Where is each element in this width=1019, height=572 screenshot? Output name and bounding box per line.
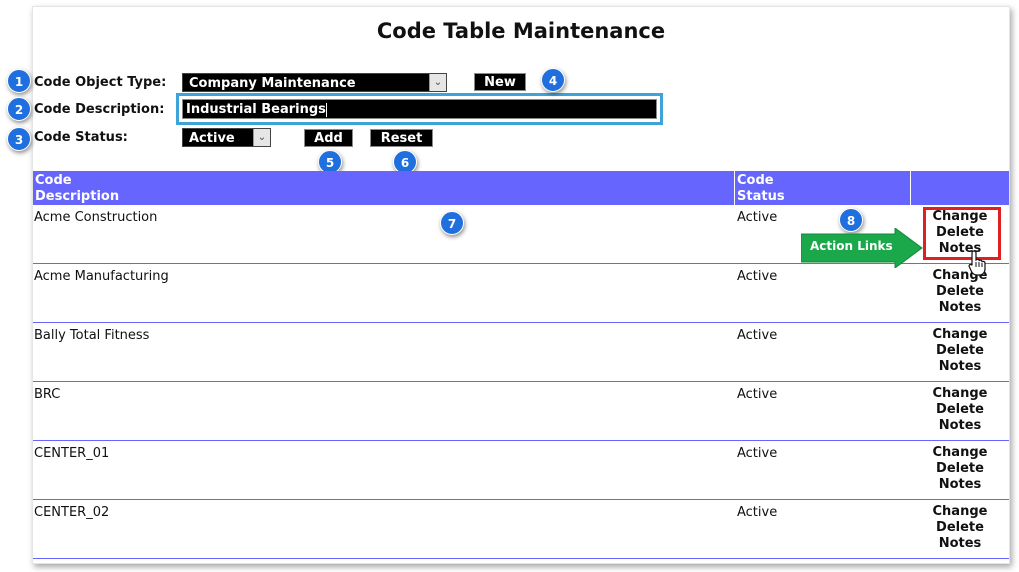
header-divider [734, 171, 735, 205]
text-caret [325, 102, 327, 117]
delete-link[interactable]: Delete [911, 343, 1009, 359]
add-button[interactable]: Add [304, 129, 353, 147]
row-actions: Change Delete Notes [911, 386, 1009, 434]
delete-link[interactable]: Delete [911, 402, 1009, 418]
code-object-type-value: Company Maintenance [189, 76, 356, 91]
code-status-label: Code Status: [34, 130, 128, 145]
row-actions: Change Delete Notes [911, 327, 1009, 375]
code-object-type-select[interactable]: Company Maintenance ⌄ [182, 73, 447, 92]
row-description: BRC [34, 387, 61, 402]
chevron-down-icon: ⌄ [253, 129, 270, 146]
reset-button[interactable]: Reset [370, 129, 433, 147]
code-description-value: Industrial Bearings [186, 102, 326, 117]
code-status-value: Active [189, 131, 235, 146]
change-link[interactable]: Change [911, 445, 1009, 461]
new-button[interactable]: New [474, 73, 526, 91]
header-code-status: Code Status [737, 173, 785, 205]
change-link[interactable]: Change [911, 386, 1009, 402]
header-status-line1: Code [737, 173, 774, 188]
code-status-select[interactable]: Active ⌄ [182, 128, 271, 147]
page-title: Code Table Maintenance [376, 19, 666, 43]
row-status: Active [737, 446, 778, 461]
notes-link[interactable]: Notes [911, 359, 1009, 375]
row-description: Bally Total Fitness [34, 328, 150, 343]
header-divider [910, 171, 911, 205]
action-links-highlight [923, 207, 1001, 260]
action-links-arrow: Action Links [800, 227, 923, 272]
delete-link[interactable]: Delete [911, 284, 1009, 300]
row-status: Active [737, 210, 778, 225]
notes-link[interactable]: Notes [911, 300, 1009, 316]
action-links-label: Action Links [810, 239, 893, 253]
callout-badge-3: 3 [7, 127, 31, 151]
row-status: Active [737, 387, 778, 402]
row-actions: Change Delete Notes [911, 504, 1009, 552]
code-description-label: Code Description: [34, 102, 165, 117]
header-code-description: Code Description [35, 173, 119, 205]
table-row: BRC Active Change Delete Notes [33, 382, 1009, 441]
row-actions: Change Delete Notes [911, 268, 1009, 316]
table-row: Acme Manufacturing Active Change Delete … [33, 264, 1009, 323]
change-link[interactable]: Change [911, 504, 1009, 520]
row-description: Acme Construction [34, 210, 158, 225]
header-status-line2: Status [737, 189, 785, 204]
callout-badge-2: 2 [7, 97, 31, 121]
row-description: CENTER_01 [34, 446, 110, 461]
row-description: Acme Manufacturing [34, 269, 169, 284]
callout-badge-1: 1 [7, 69, 31, 93]
header-desc-line2: Description [35, 189, 120, 204]
table-row: Bally Total Fitness Active Change Delete… [33, 323, 1009, 382]
row-status: Active [737, 328, 778, 343]
row-actions: Change Delete Notes [911, 445, 1009, 493]
row-description: CENTER_02 [34, 505, 110, 520]
row-status: Active [737, 269, 778, 284]
chevron-down-icon: ⌄ [429, 74, 446, 91]
hand-pointer-icon [968, 250, 988, 280]
change-link[interactable]: Change [911, 268, 1009, 284]
table-header: Code Description Code Status [33, 171, 1009, 205]
callout-badge-4: 4 [541, 68, 565, 92]
code-description-input[interactable]: Industrial Bearings [182, 99, 657, 119]
table-row: CENTER_01 Active Change Delete Notes [33, 441, 1009, 500]
table-row: CENTER_02 Active Change Delete Notes [33, 500, 1009, 559]
delete-link[interactable]: Delete [911, 520, 1009, 536]
notes-link[interactable]: Notes [911, 418, 1009, 434]
code-object-type-label: Code Object Type: [34, 75, 167, 90]
row-status: Active [737, 505, 778, 520]
header-desc-line1: Code [35, 173, 72, 188]
notes-link[interactable]: Notes [911, 477, 1009, 493]
delete-link[interactable]: Delete [911, 461, 1009, 477]
notes-link[interactable]: Notes [911, 536, 1009, 552]
change-link[interactable]: Change [911, 327, 1009, 343]
